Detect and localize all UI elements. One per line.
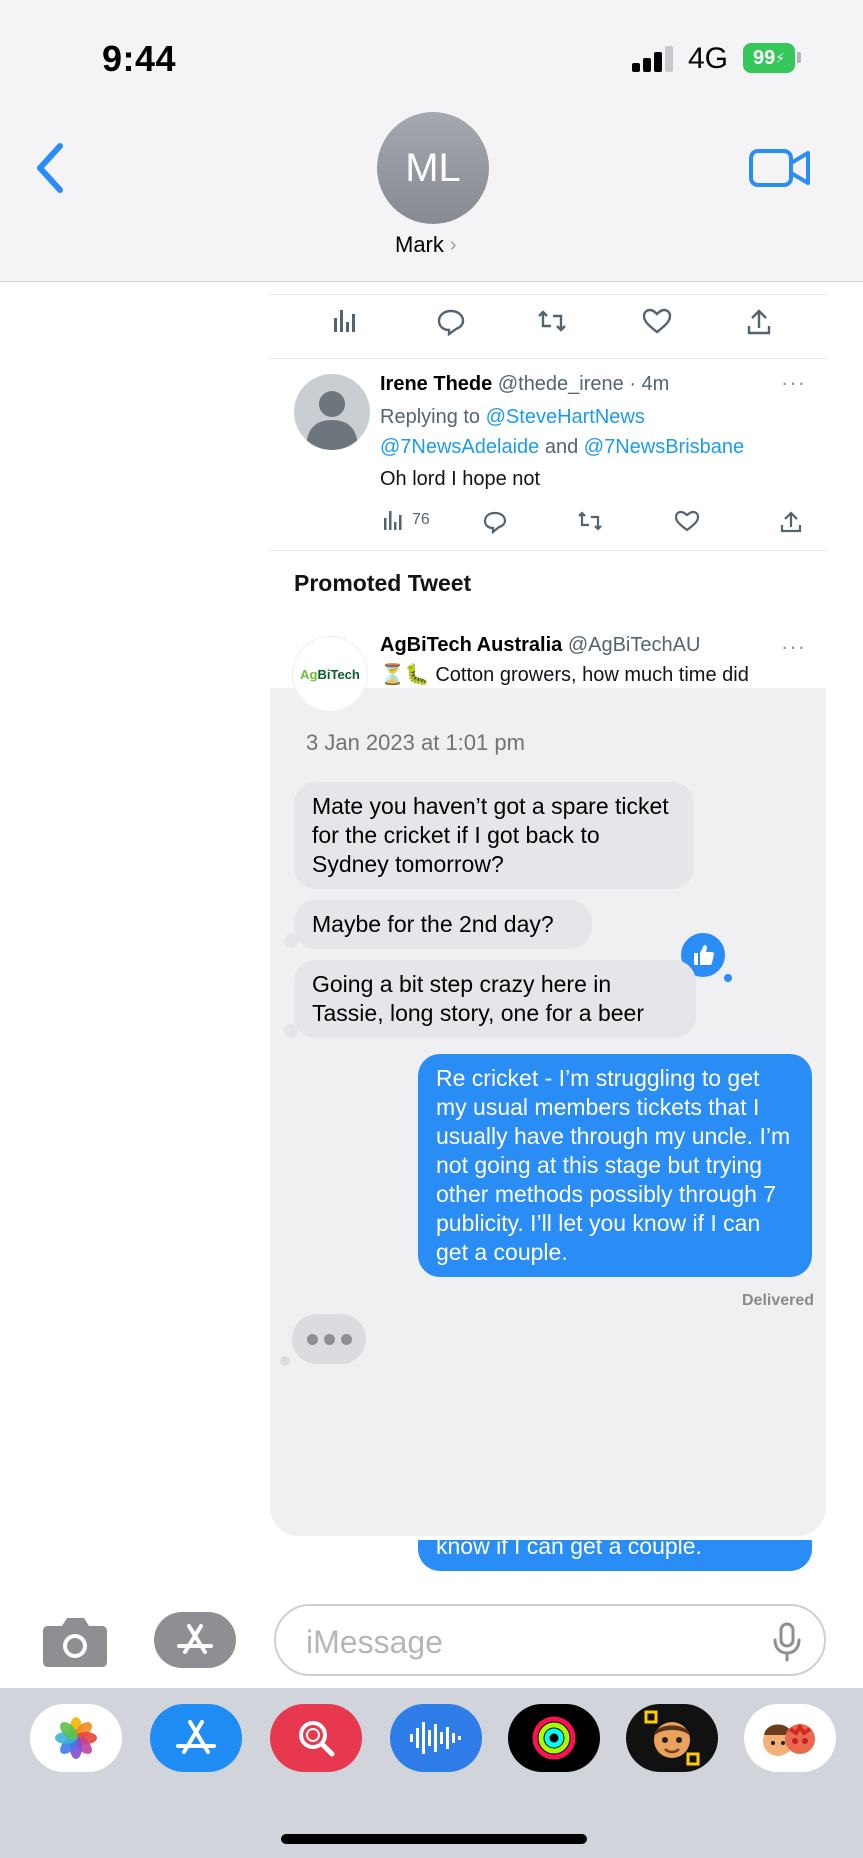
promoted-tweet-heading: Promoted Tweet (294, 570, 472, 596)
reaction-tail-dot (724, 974, 732, 982)
tweet-author: Irene Thede @thede_irene · 4m (380, 373, 669, 396)
views-count: 76 (382, 510, 430, 530)
message-bubble-outgoing[interactable]: Re cricket - I’m struggling to get my us… (418, 1054, 812, 1277)
animoji-stickers-app-icon[interactable] (744, 1704, 836, 1772)
message-input[interactable]: iMessage (274, 1604, 826, 1676)
message-bubble-outgoing[interactable]: know if I can get a couple. (418, 1540, 812, 1571)
promoted-handle: @AgBiTechAU (567, 634, 701, 656)
views-icon (384, 511, 402, 530)
message-placeholder: iMessage (306, 1624, 443, 1660)
more-icon: ··· (781, 370, 806, 395)
views-icon (332, 308, 358, 332)
mention: @7NewsAdelaide (380, 436, 540, 458)
images-search-app-icon[interactable] (270, 1704, 362, 1772)
message-bubble-incoming[interactable]: Going a bit step crazy here in Tassie, l… (294, 960, 696, 1038)
divider (270, 550, 826, 551)
divider (270, 358, 826, 359)
share-icon (780, 510, 802, 534)
like-icon (642, 308, 672, 334)
camera-button[interactable] (40, 1614, 110, 1668)
message-bubble-incoming[interactable]: Maybe for the 2nd day? (294, 900, 592, 949)
reply-icon (436, 308, 466, 336)
activity-rings-app-icon[interactable] (508, 1704, 600, 1772)
imessage-app-drawer (0, 1688, 863, 1858)
photos-app-icon[interactable] (30, 1704, 122, 1772)
message-timestamp: 3 Jan 2023 at 1:01 pm (306, 730, 525, 755)
partial-message-bubble: know if I can get a couple. (270, 1540, 826, 1592)
typing-tail (280, 1356, 290, 1366)
tweet-author-name: Irene Thede (380, 373, 493, 395)
mention: @7NewsBrisbane (583, 436, 745, 458)
message-bubble-incoming[interactable]: Mate you haven’t got a spare ticket for … (294, 782, 694, 889)
battery-tip (797, 52, 801, 63)
app-store-icon (177, 1624, 213, 1654)
reply-icon (482, 510, 508, 534)
chevron-right-icon: › (449, 233, 457, 256)
contact-avatar[interactable]: ML (377, 112, 489, 224)
share-icon (746, 308, 772, 336)
replying-to: Replying to @SteveHartNews @7NewsAdelaid… (380, 402, 744, 462)
home-indicator[interactable] (281, 1834, 587, 1844)
app-store-button[interactable] (154, 1612, 236, 1668)
microphone-icon[interactable] (772, 1622, 802, 1662)
tweet-text: Oh lord I hope not (380, 468, 541, 490)
cellular-signal-icon (632, 46, 674, 72)
more-icon: ··· (781, 634, 806, 659)
default-profile-avatar (294, 374, 370, 450)
promoted-author: AgBiTech Australia @AgBiTechAU (380, 634, 700, 657)
camera-icon (43, 1618, 107, 1667)
like-icon (674, 510, 700, 532)
embedded-twitter-screenshot: Irene Thede @thede_irene · 4m ··· Replyi… (270, 284, 826, 712)
bubble-tail (284, 1024, 298, 1038)
replying-prefix: Replying to (380, 406, 486, 428)
conversation-header: 9:44 4G 99 ⚡ ML Mark › (0, 0, 863, 282)
agbitech-logo: Ag BiTech (292, 636, 368, 712)
bubble-tail (284, 934, 298, 948)
battery-level: 99 (752, 46, 776, 69)
mention: @SteveHartNews (485, 406, 645, 428)
retweet-icon (576, 510, 604, 532)
app-store-app-icon[interactable] (150, 1704, 242, 1772)
divider (270, 294, 826, 295)
replying-and: and (539, 436, 584, 458)
delivered-status: Delivered (742, 1292, 815, 1309)
video-camera-icon (749, 149, 810, 187)
network-type: 4G (688, 42, 729, 75)
views-value: 76 (412, 511, 430, 528)
compose-bar: iMessage (0, 1594, 863, 1688)
promoted-text: ⏳🐛 Cotton growers, how much time did (380, 664, 749, 686)
contact-name-button[interactable]: Mark › (395, 232, 457, 258)
audio-message-app-icon[interactable] (390, 1704, 482, 1772)
status-time: 9:44 (102, 38, 177, 79)
facetime-video-button[interactable] (748, 146, 812, 190)
screenshot-image-message[interactable]: Irene Thede @thede_irene · 4m ··· Replyi… (270, 284, 826, 1536)
contact-name: Mark (395, 232, 444, 257)
retweet-icon (536, 308, 568, 334)
battery-indicator: 99 ⚡ (743, 43, 795, 73)
tweet-action-row: 76 (270, 510, 826, 550)
tweet-handle-time: @thede_irene · 4m (497, 373, 670, 395)
promoted-author-name: AgBiTech Australia (380, 634, 563, 656)
tweet-action-row (270, 308, 826, 348)
memoji-app-icon[interactable] (626, 1704, 718, 1772)
back-button[interactable] (28, 138, 78, 198)
chevron-left-icon (37, 143, 63, 193)
typing-indicator (292, 1314, 366, 1364)
